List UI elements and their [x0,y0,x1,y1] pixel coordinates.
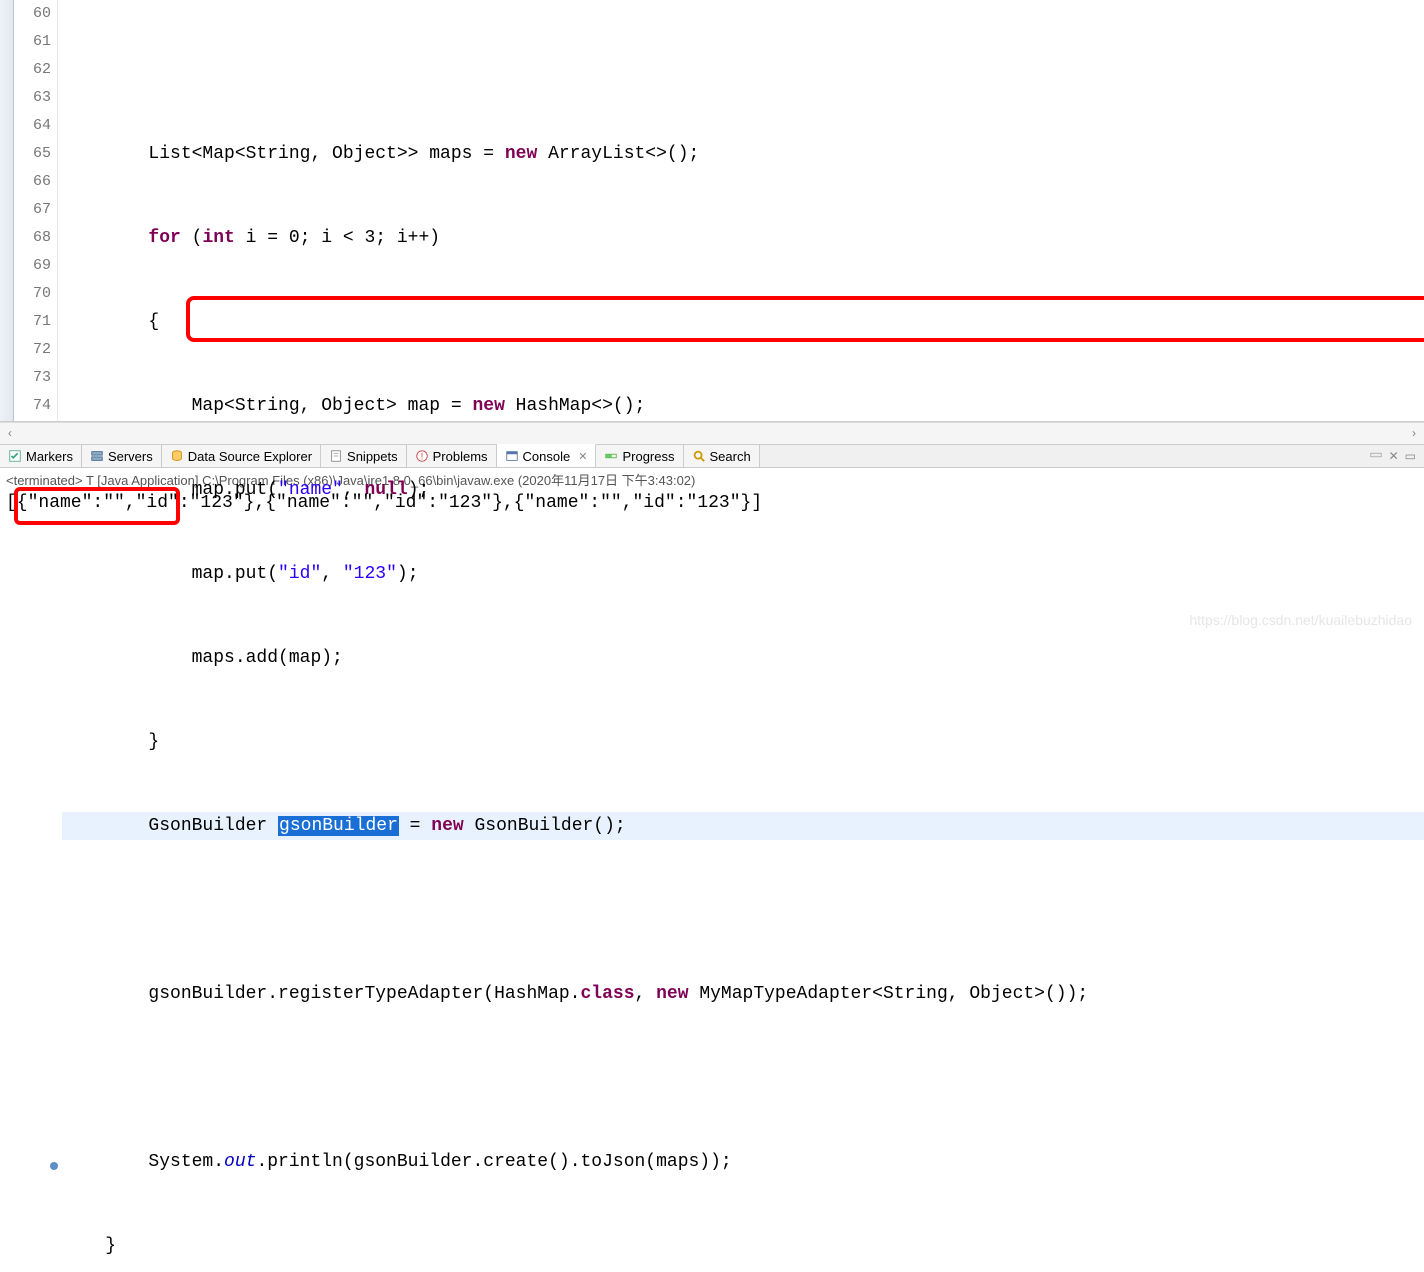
tab-label: Data Source Explorer [188,449,312,464]
tab-label: Console [523,449,571,464]
code-line [62,896,1424,924]
scroll-left-icon[interactable]: ‹ [0,427,20,441]
console-icon [505,449,519,463]
svg-text:!: ! [420,452,422,462]
servers-icon [90,449,104,463]
console-output[interactable]: [{"name":"","id":"123"},{"name":"","id":… [0,491,1424,611]
line-number: 60 [14,0,51,28]
overview-ruler [0,0,14,421]
line-number: 67 [14,196,51,224]
code-line: Map<String, Object> map = new HashMap<>(… [62,392,1424,420]
close-view-icon[interactable]: ✕ [1389,449,1399,463]
snippets-icon [329,449,343,463]
line-number: 73 [14,364,51,392]
selected-token: gsonBuilder [278,816,399,836]
line-number: 72 [14,336,51,364]
pin-icon[interactable] [1369,448,1383,465]
code-line-highlighted: GsonBuilder gsonBuilder = new GsonBuilde… [62,812,1424,840]
tab-bar-controls: ✕ ▭ [1369,445,1424,467]
tab-snippets[interactable]: Snippets [321,445,407,467]
tab-label: Progress [622,449,674,464]
tab-servers[interactable]: Servers [82,445,162,467]
line-number-gutter: 60 61 62 63 64 65 66 67 68 69 70 71 72 7… [14,0,58,421]
line-number: 61 [14,28,51,56]
code-line [62,56,1424,84]
data-source-icon [170,449,184,463]
tab-data-source-explorer[interactable]: Data Source Explorer [162,445,321,467]
tab-problems[interactable]: ! Problems [407,445,497,467]
progress-icon [604,449,618,463]
minimize-icon[interactable]: ▭ [1405,449,1416,463]
code-line: } [62,728,1424,756]
editor-area: 60 61 62 63 64 65 66 67 68 69 70 71 72 7… [0,0,1424,422]
tab-label: Snippets [347,449,398,464]
code-line: { [62,308,1424,336]
tab-label: Problems [433,449,488,464]
breakpoint-marker-icon [50,1162,58,1170]
tab-search[interactable]: Search [684,445,760,467]
code-line: List<Map<String, Object>> maps = new Arr… [62,140,1424,168]
search-icon [692,449,706,463]
tab-label: Search [710,449,751,464]
tab-label: Markers [26,449,73,464]
code-line: System.out.println(gsonBuilder.create().… [62,1148,1424,1176]
watermark-text: https://blog.csdn.net/kuailebuzhidao [1189,612,1412,628]
close-icon[interactable]: ✕ [578,450,587,463]
tab-label: Servers [108,449,153,464]
tab-progress[interactable]: Progress [596,445,683,467]
tab-console[interactable]: Console ✕ [497,444,597,467]
line-number: 62 [14,56,51,84]
line-number: 70 [14,280,51,308]
code-line: gsonBuilder.registerTypeAdapter(HashMap.… [62,980,1424,1008]
code-line [62,1064,1424,1092]
views-tab-bar: Markers Servers Data Source Explorer Sni… [0,444,1424,468]
problems-icon: ! [415,449,429,463]
markers-icon [8,449,22,463]
line-number: 66 [14,168,51,196]
line-number: 69 [14,252,51,280]
line-number: 68 [14,224,51,252]
code-line: } [62,1232,1424,1260]
line-number: 65 [14,140,51,168]
console-output-text: [{"name":"","id":"123"},{"name":"","id":… [6,493,762,513]
line-number: 64 [14,112,51,140]
code-line: for (int i = 0; i < 3; i++) [62,224,1424,252]
line-number: 71 [14,308,51,336]
line-number: 74 [14,392,51,420]
tab-markers[interactable]: Markers [0,445,82,467]
code-area[interactable]: List<Map<String, Object>> maps = new Arr… [58,0,1424,421]
line-number: 63 [14,84,51,112]
code-line: maps.add(map); [62,644,1424,672]
